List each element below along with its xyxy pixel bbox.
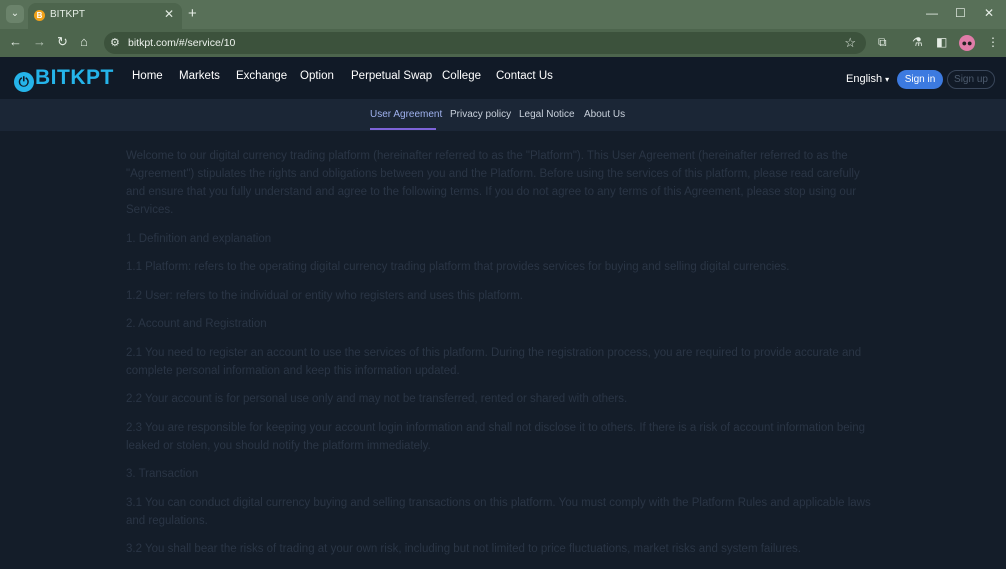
reload-icon[interactable]: ↻ bbox=[57, 34, 68, 50]
minimize-icon[interactable]: — bbox=[926, 6, 938, 20]
window-close-icon[interactable]: ✕ bbox=[984, 6, 994, 20]
agreement-paragraph: 1.1 Platform: refers to the operating di… bbox=[126, 261, 790, 273]
caret-down-icon: ▾ bbox=[885, 75, 890, 84]
nav-contact-us[interactable]: Contact Us bbox=[496, 70, 553, 82]
agreement-paragraph: 2.1 You need to register an account to u… bbox=[126, 346, 862, 377]
tab-legal-notice[interactable]: Legal Notice bbox=[519, 109, 575, 120]
url-text[interactable]: bitkpt.com/#/service/10 bbox=[128, 37, 235, 49]
service-subnav: User Agreement Privacy policy Legal Noti… bbox=[0, 99, 1006, 131]
tab-close-icon[interactable]: ✕ bbox=[164, 7, 174, 21]
extensions-icon[interactable]: ⧉ bbox=[878, 35, 887, 50]
nav-college[interactable]: College bbox=[442, 70, 481, 82]
site-info-icon[interactable]: ⚙ bbox=[110, 36, 120, 49]
side-panel-icon[interactable]: ◧ bbox=[936, 35, 947, 49]
agreement-heading: 2. Account and Registration bbox=[126, 318, 267, 330]
browser-tab-bar: ⌄ B BITKPT ✕ + — ☐ ✕ bbox=[0, 0, 1006, 29]
site-logo[interactable]: ⏻ BITKPT bbox=[14, 66, 114, 92]
logo-text: BITKPT bbox=[35, 66, 114, 89]
labs-flask-icon[interactable]: ⚗ bbox=[912, 35, 923, 49]
nav-exchange[interactable]: Exchange bbox=[236, 70, 287, 82]
agreement-paragraph: 2.3 You are responsible for keeping your… bbox=[126, 421, 865, 452]
maximize-icon[interactable]: ☐ bbox=[955, 6, 966, 20]
nav-home[interactable]: Home bbox=[132, 70, 163, 82]
active-tab-indicator bbox=[370, 128, 436, 130]
tab-privacy-policy[interactable]: Privacy policy bbox=[450, 109, 511, 120]
back-arrow-icon[interactable]: ← bbox=[9, 34, 22, 49]
agreement-content: Welcome to our digital currency trading … bbox=[126, 147, 882, 569]
agreement-paragraph: 3.1 You can conduct digital currency buy… bbox=[126, 496, 871, 527]
nav-perpetual-swap[interactable]: Perpetual Swap bbox=[351, 70, 432, 82]
nav-option[interactable]: Option bbox=[300, 70, 334, 82]
agreement-paragraph: 2.2 Your account is for personal use onl… bbox=[126, 393, 628, 405]
tab-user-agreement[interactable]: User Agreement bbox=[370, 109, 442, 120]
home-icon[interactable]: ⌂ bbox=[80, 34, 88, 49]
agreement-paragraph: Welcome to our digital currency trading … bbox=[126, 150, 860, 216]
address-bar[interactable]: ⚙ bitkpt.com/#/service/10 ☆ bbox=[104, 32, 866, 54]
logo-power-icon: ⏻ bbox=[14, 72, 34, 92]
language-label: English bbox=[846, 73, 883, 85]
profile-avatar[interactable]: ●● bbox=[959, 35, 975, 51]
browser-tab[interactable]: B BITKPT ✕ bbox=[28, 3, 182, 29]
agreement-paragraph: 1.2 User: refers to the individual or en… bbox=[126, 289, 523, 302]
language-selector[interactable]: English ▾ bbox=[846, 73, 889, 85]
sign-up-button[interactable]: Sign up bbox=[947, 70, 995, 89]
tab-title: BITKPT bbox=[50, 9, 86, 20]
site-header: ⏻ BITKPT Home Markets Exchange Option Per… bbox=[0, 57, 1006, 99]
tab-about-us[interactable]: About Us bbox=[584, 109, 625, 120]
browser-toolbar: ← → ↻ ⌂ ⚙ bitkpt.com/#/service/10 ☆ ⧉ ⚗ … bbox=[0, 29, 1006, 57]
agreement-heading: 1. Definition and explanation bbox=[126, 232, 272, 245]
bitkpt-favicon-icon: B bbox=[34, 10, 45, 21]
nav-markets[interactable]: Markets bbox=[179, 70, 220, 82]
sign-in-button[interactable]: Sign in bbox=[897, 70, 943, 89]
agreement-heading: 3. Transaction bbox=[126, 468, 199, 480]
new-tab-button[interactable]: + bbox=[188, 5, 197, 22]
tab-search-chevron-icon[interactable]: ⌄ bbox=[6, 5, 24, 23]
bookmark-star-icon[interactable]: ☆ bbox=[844, 35, 856, 51]
browser-menu-icon[interactable]: ⋮ bbox=[987, 35, 999, 49]
forward-arrow-icon[interactable]: → bbox=[33, 34, 46, 49]
agreement-paragraph: 3.2 You shall bear the risks of trading … bbox=[126, 543, 801, 555]
